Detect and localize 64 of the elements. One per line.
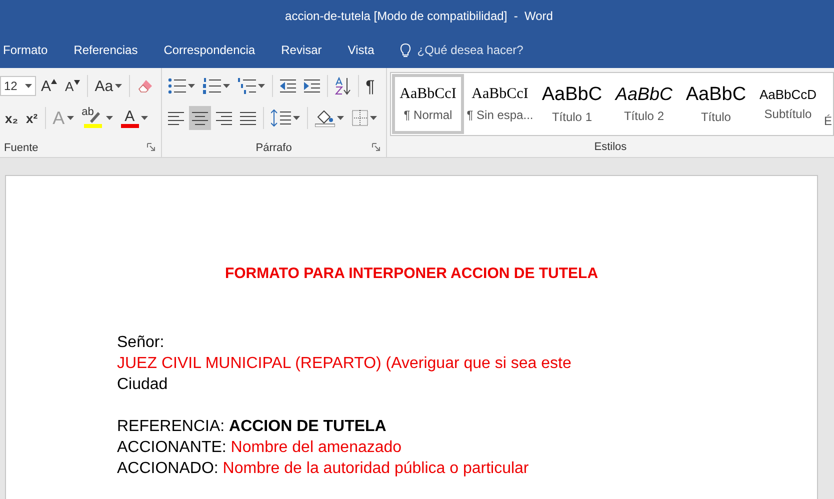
caret-icon (292, 116, 300, 120)
dialog-launcher-icon (146, 143, 155, 151)
document-line: Señor: (117, 333, 166, 353)
style-option[interactable]: AaBbCcD Subtítulo (752, 74, 824, 134)
lightbulb-icon (400, 42, 412, 58)
toolbar-button[interactable]: x₂ (2, 106, 22, 130)
caret-icon (188, 84, 195, 88)
ribbon-tab[interactable]: Vista (348, 37, 374, 63)
line-spacing-icon (270, 109, 291, 127)
ribbon-tab[interactable]: Formato (3, 37, 48, 63)
style-label: É (824, 114, 832, 130)
bullet-list-icon (168, 78, 186, 94)
align-right-icon (216, 112, 232, 124)
align-center-icon (192, 112, 208, 124)
style-option[interactable]: AaBbC Título (680, 74, 752, 134)
document-line: ACCIONANTE: Nombre del amenazado (117, 438, 403, 458)
caret-icon (25, 84, 32, 88)
group-label: Estilos (594, 141, 627, 153)
caret-icon (140, 116, 148, 120)
font-size-field[interactable]: 12 (0, 76, 36, 96)
sort-icon (334, 77, 351, 95)
align-left-icon (168, 112, 184, 124)
toolbar-button[interactable]: Aa (92, 74, 126, 98)
decrease-indent-icon (280, 79, 296, 93)
caret-icon (336, 116, 344, 120)
ribbon-tab[interactable]: Revisar (281, 37, 322, 63)
caret-icon (66, 116, 74, 120)
window-title: accion-de-tutela [Modo de compatibilidad] - Word (284, 9, 553, 23)
document-heading: FORMATO PARA INTERPONER ACCION DE TUTELA (224, 265, 600, 283)
group-label: Fuente (4, 142, 38, 154)
ribbon-tab[interactable]: Correspondencia (164, 37, 256, 63)
decrease-arrow-icon (74, 80, 80, 84)
caret-icon (370, 116, 377, 120)
group-label: Párrafo (256, 142, 292, 154)
toolbar-button[interactable]: ¶ (362, 74, 378, 98)
style-option[interactable]: AaBbC Título 1 (536, 74, 608, 134)
toolbar-button[interactable]: x² (23, 106, 41, 130)
multilevel-list-icon (238, 78, 256, 94)
style-option[interactable]: AaBbCcI ¶ Normal (392, 74, 464, 134)
numbered-list-icon (202, 78, 221, 94)
justify-icon (240, 112, 256, 124)
style-option[interactable]: AaBbC Título 2 (608, 74, 680, 134)
ribbon-tab[interactable]: Referencias (74, 37, 138, 63)
document-line: REFERENCIA: ACCION DE TUTELA (117, 417, 388, 437)
style-option[interactable]: AaBbCcI ¶ Sin espa... (464, 74, 536, 134)
document-line: Ciudad (117, 375, 169, 395)
caret-icon (222, 84, 230, 88)
increase-indent-icon (304, 79, 320, 93)
caret-icon (258, 84, 265, 88)
toolbar-button[interactable]: A (62, 74, 83, 98)
document-line: ACCIONADO: Nombre de la autoridad pública o particular (117, 459, 530, 479)
toolbar-button[interactable]: A (118, 106, 151, 130)
toolbar-button[interactable] (188, 106, 211, 130)
document-line: JUEZ CIVIL MUNICIPAL (REPARTO) (Averiguar que si sea este (117, 354, 572, 374)
dialog-launcher-icon (372, 143, 380, 151)
color-bar-icon (120, 124, 139, 128)
toolbar-button[interactable]: A (38, 74, 60, 98)
borders-icon (352, 110, 368, 126)
increase-arrow-icon (51, 78, 58, 84)
tell-me-field[interactable]: ¿Qué desea hacer? (417, 43, 538, 57)
toolbar-button[interactable]: ab (78, 106, 116, 130)
caret-icon (115, 84, 122, 88)
caret-icon (106, 116, 113, 120)
paint-bucket-icon (314, 109, 335, 127)
